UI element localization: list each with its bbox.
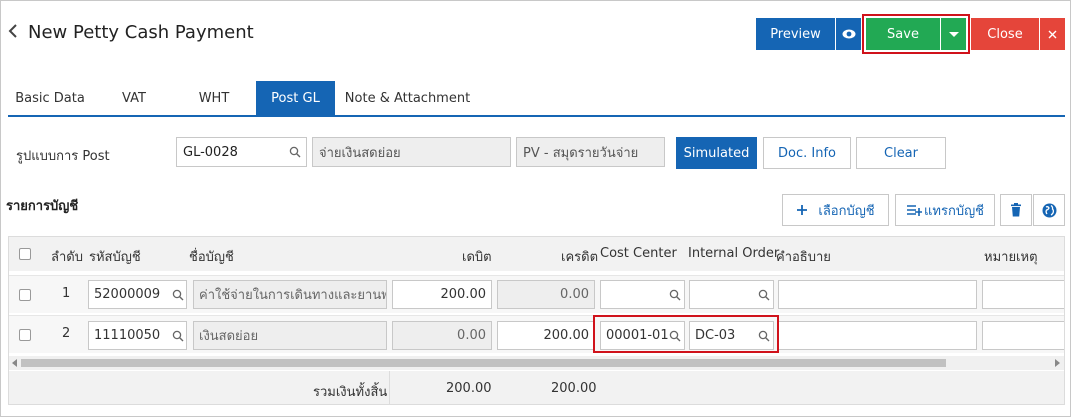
post-template-name: จ่ายเงินสดย่อย <box>312 137 511 167</box>
scroll-right-icon[interactable] <box>1055 359 1061 367</box>
clear-button[interactable]: Clear <box>856 137 946 169</box>
col-no: ลำดับ <box>51 250 83 265</box>
search-icon[interactable] <box>172 289 184 301</box>
description-input[interactable] <box>778 280 977 309</box>
close-icon <box>1048 30 1057 38</box>
globe-icon <box>1042 203 1056 217</box>
remark-input[interactable] <box>982 280 1064 309</box>
row-checkbox[interactable] <box>19 289 31 301</box>
insert-icon <box>907 205 923 216</box>
tab-basic-data[interactable]: Basic Data <box>8 81 92 115</box>
preview-button[interactable]: Preview <box>756 18 835 50</box>
horizontal-scrollbar[interactable] <box>9 356 1064 370</box>
search-icon[interactable] <box>289 146 301 158</box>
select-all-checkbox[interactable] <box>19 248 31 260</box>
totals-divider <box>389 371 390 404</box>
credit-input[interactable]: 0.00 <box>497 280 595 309</box>
total-label: รวมเงินทั้งสิ้น <box>313 385 388 400</box>
table-header: ลำดับ รหัสบัญชี ชื่อบัญชี เดบิต เครดิต C… <box>9 237 1064 271</box>
description-input[interactable] <box>778 321 977 350</box>
preview-eye-button[interactable] <box>836 18 861 50</box>
totals-row: รวมเงินทั้งสิ้น 200.00 200.00 <box>9 371 1064 404</box>
col-code: รหัสบัญชี <box>89 250 141 265</box>
cost-center-highlight-box <box>593 315 779 353</box>
col-internal-order: Internal Order <box>688 246 780 261</box>
simulated-button[interactable]: Simulated <box>676 137 757 169</box>
col-remark: หมายเหตุ <box>984 250 1038 265</box>
tab-post-gl[interactable]: Post GL <box>256 81 335 115</box>
debit-input[interactable]: 0.00 <box>392 321 492 350</box>
insert-account-label: แทรกบัญชี <box>924 203 984 219</box>
col-name: ชื่อบัญชี <box>189 250 234 265</box>
search-icon[interactable] <box>172 330 184 342</box>
row-no: 1 <box>62 286 71 301</box>
scroll-left-icon[interactable] <box>12 359 18 367</box>
accounts-section-title: รายการบัญชี <box>6 199 79 214</box>
close-x-button[interactable] <box>1040 18 1065 50</box>
col-cost-center: Cost Center <box>600 246 677 261</box>
col-debit: เดบิต <box>462 250 492 265</box>
total-credit: 200.00 <box>551 381 597 396</box>
close-button[interactable]: Close <box>971 18 1039 50</box>
search-icon[interactable] <box>669 289 681 301</box>
insert-account-button[interactable]: แทรกบัญชี <box>895 194 995 226</box>
post-template-label: รูปแบบการ Post <box>16 149 110 164</box>
plus-icon <box>797 205 808 215</box>
save-highlight-box <box>862 14 970 54</box>
post-template-input[interactable]: GL-0028 <box>176 137 307 167</box>
eye-icon <box>842 29 855 39</box>
credit-input[interactable]: 200.00 <box>497 321 595 350</box>
account-name: เงินสดย่อย <box>193 321 387 350</box>
row-checkbox[interactable] <box>19 329 31 341</box>
tab-bar: Basic Data VAT WHT Post GL Note & Attach… <box>8 81 1065 117</box>
currency-button[interactable] <box>1033 194 1065 226</box>
select-account-button[interactable]: เลือกบัญชี <box>782 194 889 226</box>
col-description: คำอธิบาย <box>776 250 831 265</box>
search-icon[interactable] <box>758 289 770 301</box>
trash-icon <box>1011 203 1021 217</box>
account-name: ค่าใช้จ่ายในการเดินทางและยานพาหนะ <box>193 280 387 309</box>
back-icon[interactable] <box>7 23 21 44</box>
total-debit: 200.00 <box>446 381 492 396</box>
journal-field: PV - สมุดรายวันจ่าย <box>516 137 665 167</box>
post-template-code: GL-0028 <box>183 144 238 160</box>
tab-wht[interactable]: WHT <box>176 81 252 115</box>
row-no: 2 <box>62 326 71 341</box>
remark-input[interactable] <box>982 321 1064 350</box>
delete-button[interactable] <box>1000 194 1032 226</box>
select-account-label: เลือกบัญชี <box>818 203 875 219</box>
tab-vat[interactable]: VAT <box>98 81 170 115</box>
doc-info-button[interactable]: Doc. Info <box>763 137 851 169</box>
col-credit: เครดิต <box>561 250 599 265</box>
debit-input[interactable]: 200.00 <box>392 280 492 309</box>
tab-note-attachment[interactable]: Note & Attachment <box>341 81 474 115</box>
accounts-table: ลำดับ รหัสบัญชี ชื่อบัญชี เดบิต เครดิต C… <box>8 236 1065 405</box>
scrollbar-thumb[interactable] <box>21 359 946 367</box>
page-title: New Petty Cash Payment <box>28 22 254 43</box>
